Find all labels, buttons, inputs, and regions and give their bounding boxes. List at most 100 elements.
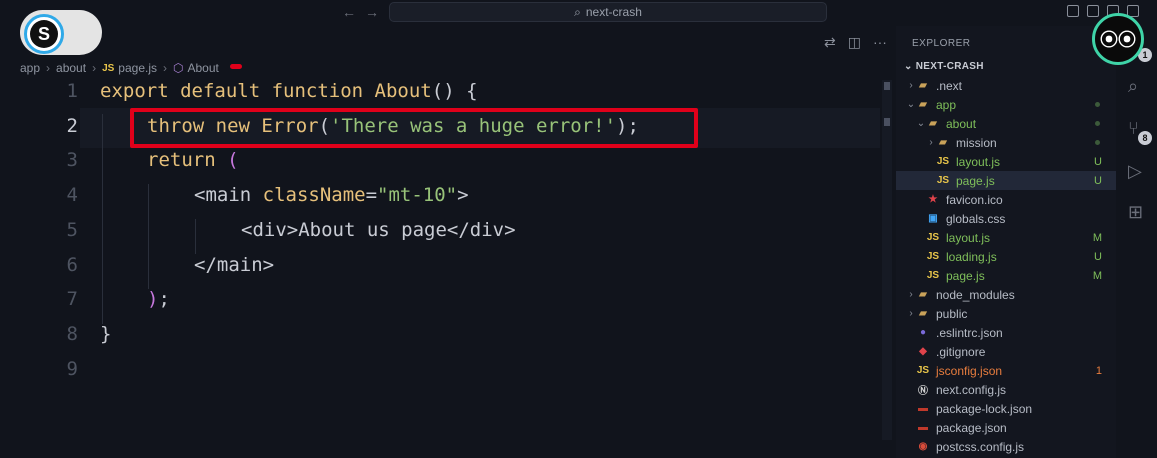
tree-item[interactable]: JS page.js U [896, 171, 1116, 190]
breadcrumb-about-symbol[interactable]: About [187, 61, 218, 75]
code-token: > [457, 184, 469, 207]
code-line: 6 </main> [0, 254, 880, 288]
code-text: ); [147, 288, 170, 310]
js-icon: JS [926, 251, 940, 262]
symbol-function-icon: ⬡ [173, 61, 184, 75]
line-number: 7 [66, 288, 78, 311]
code-token: ; [158, 288, 170, 311]
modified-dot [1095, 121, 1100, 126]
code-token: className [262, 184, 366, 207]
tree-item-label: package.json [936, 420, 1007, 435]
code-line: 8} [0, 323, 880, 357]
tree-item-label: .eslintrc.json [936, 325, 1003, 340]
chevron-right-icon: › [909, 80, 913, 91]
project-header[interactable]: ⌄ NEXT-CRASH [904, 61, 984, 72]
tree-item-label: layout.js [956, 154, 1001, 169]
activity-bar: ⌕ ⑂ ▷ ⊞ 1 8 [1116, 26, 1157, 458]
toggle-sidebar-icon[interactable] [1067, 5, 1079, 17]
chevron-right-icon: › [929, 137, 933, 148]
editor-actions: ⇄ ◫ ··· [824, 34, 887, 51]
chevron-right-icon: › [909, 289, 913, 300]
tree-item-label: app [936, 97, 957, 112]
tree-item[interactable]: › ▰ mission [896, 133, 1116, 152]
git-status-badge: U [1094, 174, 1102, 187]
line-number: 1 [66, 80, 78, 102]
annotation-mark [230, 64, 242, 69]
toggle-panel-icon[interactable] [1087, 5, 1099, 17]
folder-icon: ▰ [929, 118, 937, 129]
tree-item[interactable]: ▬ package-lock.json [896, 399, 1116, 418]
chevron-right-icon: › [46, 61, 51, 75]
npm-icon: ▬ [918, 403, 928, 414]
chevron-down-icon: ⌄ [904, 61, 916, 72]
extensions-icon[interactable]: ⊞ [1128, 202, 1143, 223]
line-number: 8 [66, 322, 78, 345]
tree-item-label: loading.js [946, 249, 997, 264]
project-name: NEXT-CRASH [915, 61, 984, 72]
git-icon: ◆ [919, 346, 927, 357]
tree-item-label: favicon.ico [946, 192, 1003, 207]
tree-item[interactable]: › ▰ .next [896, 76, 1116, 95]
run-debug-icon[interactable]: ▷ [1128, 161, 1142, 182]
git-status-badge: U [1094, 250, 1102, 263]
tree-item[interactable]: ▣ globals.css [896, 209, 1116, 228]
tree-item[interactable]: › ▰ node_modules [896, 285, 1116, 304]
split-editor-icon[interactable]: ◫ [848, 34, 861, 51]
tree-item[interactable]: JS page.js M [896, 266, 1116, 285]
folder-icon: ▰ [919, 289, 927, 300]
tree-item-label: public [936, 306, 968, 321]
breadcrumb-about[interactable]: about [56, 61, 86, 75]
tree-item[interactable]: ◆ .gitignore [896, 342, 1116, 361]
favicon-icon: ★ [928, 194, 938, 205]
breadcrumb-app[interactable]: app [20, 61, 40, 75]
tree-item-label: layout.js [946, 230, 991, 245]
tree-item[interactable]: ● .eslintrc.json [896, 323, 1116, 342]
tree-item[interactable]: ★ favicon.ico [896, 190, 1116, 209]
breadcrumb-page-js[interactable]: page.js [118, 61, 157, 75]
source-control-badge: 8 [1138, 131, 1152, 145]
code-text: <main className="mt-10"> [194, 184, 469, 206]
code-text: return ( [147, 149, 239, 171]
tree-item[interactable]: JS layout.js M [896, 228, 1116, 247]
tree-item-label: mission [956, 135, 997, 150]
command-center-label: next-crash [585, 5, 642, 19]
command-center-search[interactable]: ⌕ next-crash [389, 2, 827, 22]
back-arrow-icon[interactable]: ← [342, 4, 356, 20]
code-token: ( [227, 149, 239, 172]
forward-arrow-icon[interactable]: → [365, 4, 379, 20]
eslint-icon: ● [919, 327, 927, 338]
scroll-marker [884, 118, 890, 126]
explorer-title: EXPLORER [912, 38, 971, 49]
git-status-badge: 1 [1095, 364, 1102, 377]
code-text: export default function About() { [100, 80, 478, 102]
tree-item[interactable]: Ⓝnext.config.js [896, 380, 1116, 399]
compare-changes-icon[interactable]: ⇄ [824, 34, 836, 51]
git-status-badge: M [1092, 269, 1102, 282]
folder-icon: ▰ [919, 99, 927, 110]
tree-item[interactable]: ⌄ ▰ app [896, 95, 1116, 114]
more-actions-icon[interactable]: ··· [873, 34, 887, 51]
title-bar: ← → ⌕ next-crash [0, 0, 1157, 26]
tree-item[interactable]: ◉ postcss.config.js [896, 437, 1116, 456]
code-token: About [374, 80, 432, 102]
tree-item[interactable]: › ▰ public [896, 304, 1116, 323]
line-number: 3 [66, 149, 78, 172]
tree-item[interactable]: JS loading.js U [896, 247, 1116, 266]
tree-item[interactable]: ▬ package.json [896, 418, 1116, 437]
avatar[interactable]: ⦿⦿ [1092, 13, 1144, 65]
code-line: 5 <div>About us page</div> [0, 219, 880, 253]
editor-scrollbar[interactable] [882, 80, 892, 440]
line-number: 9 [66, 357, 78, 380]
code-token: <main [194, 184, 263, 207]
code-token: () { [431, 80, 478, 102]
code-line: 3 return ( [0, 149, 880, 183]
tree-item-label: jsconfig.json [936, 363, 1003, 378]
tree-item[interactable]: ⌄ ▰ about [896, 114, 1116, 133]
search-icon[interactable]: ⌕ [1128, 76, 1138, 97]
js-icon: JS [926, 270, 940, 281]
line-number: 2 [66, 114, 78, 137]
tree-item[interactable]: JS layout.js U [896, 152, 1116, 171]
css-icon: ▣ [928, 213, 938, 224]
chevron-right-icon: › [92, 61, 97, 75]
tree-item[interactable]: JS jsconfig.json 1 [896, 361, 1116, 380]
